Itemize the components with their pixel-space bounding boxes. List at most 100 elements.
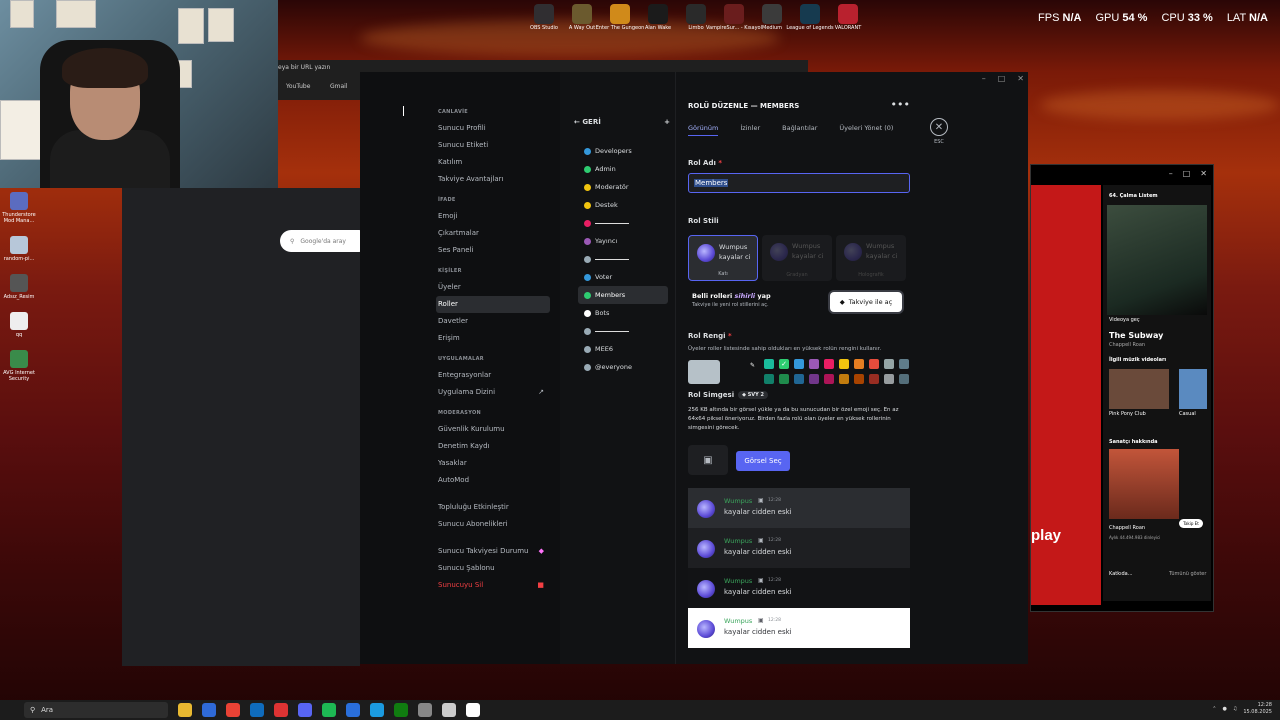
- related-thumb[interactable]: [1179, 369, 1207, 409]
- color-swatch[interactable]: [884, 359, 894, 369]
- related-thumb[interactable]: [1109, 369, 1169, 409]
- color-swatch[interactable]: [794, 374, 804, 384]
- volume-icon[interactable]: ♫: [1233, 706, 1237, 712]
- role-item[interactable]: Developers: [578, 142, 668, 160]
- tab-1[interactable]: İzinler: [740, 124, 760, 136]
- color-swatch[interactable]: [764, 359, 774, 369]
- switch-to-video[interactable]: Videoya geç: [1109, 317, 1140, 323]
- clock[interactable]: 12:28 15.08.2025: [1243, 702, 1272, 716]
- sidebar-item-roller[interactable]: Roller: [436, 296, 550, 313]
- back-button[interactable]: ← GERİ: [574, 118, 601, 126]
- color-swatch[interactable]: [809, 359, 819, 369]
- sidebar-item-ses-paneli[interactable]: Ses Paneli: [436, 242, 550, 259]
- taskbar-app-icon[interactable]: [202, 703, 216, 717]
- desktop-icon[interactable]: AVG Internet Security: [2, 350, 36, 382]
- color-swatch[interactable]: [839, 359, 849, 369]
- role-item[interactable]: [578, 250, 668, 268]
- sidebar-item--yeler[interactable]: Üyeler: [436, 279, 550, 296]
- role-item[interactable]: [578, 214, 668, 232]
- choose-image-button[interactable]: Görsel Seç: [736, 451, 790, 471]
- pencil-icon[interactable]: ✎: [750, 362, 755, 369]
- role-style-card[interactable]: Wumpus kayalar ci Katı: [688, 235, 758, 281]
- sidebar-item-sunucu-etiketi[interactable]: Sunucu Etiketi: [436, 137, 550, 154]
- follow-button[interactable]: Takip Et: [1179, 519, 1203, 528]
- chevron-up-icon[interactable]: ⌃: [1212, 706, 1216, 712]
- sidebar-item-uygulama-dizini[interactable]: Uygulama Dizini ↗: [436, 384, 550, 401]
- overlay-app[interactable]: VampireSur... - Kısayol: [706, 4, 762, 31]
- taskbar-app-icon[interactable]: [418, 703, 432, 717]
- overlay-app[interactable]: League of Legends: [786, 4, 834, 31]
- taskbar-app-icon[interactable]: [250, 703, 264, 717]
- taskbar-app-icon[interactable]: [466, 703, 480, 717]
- overlay-app[interactable]: OBS Studio: [528, 4, 560, 31]
- track-artist[interactable]: Chappell Roan: [1109, 342, 1145, 348]
- taskbar-app-icon[interactable]: [298, 703, 312, 717]
- color-swatch[interactable]: [764, 374, 774, 384]
- overlay-app[interactable]: A Way Out: [566, 4, 598, 31]
- role-name-input[interactable]: Members: [688, 173, 910, 193]
- close-settings[interactable]: ✕ ESC: [930, 118, 948, 145]
- color-swatch[interactable]: [869, 374, 879, 384]
- role-item[interactable]: Members: [578, 286, 668, 304]
- google-search-box[interactable]: ⚲ Google'da aray: [280, 230, 370, 252]
- overlay-app[interactable]: Enter The Gungeon: [596, 4, 644, 31]
- color-swatch[interactable]: [869, 359, 879, 369]
- role-item[interactable]: Voter: [578, 268, 668, 286]
- default-color-swatch[interactable]: [688, 360, 720, 384]
- taskbar-app-icon[interactable]: [370, 703, 384, 717]
- color-swatch[interactable]: [824, 359, 834, 369]
- role-item[interactable]: Bots: [578, 304, 668, 322]
- sidebar-item-g-venlik-kurulumu[interactable]: Güvenlik Kurulumu: [436, 421, 550, 438]
- sidebar-item-sunucu-profili[interactable]: Sunucu Profili: [436, 120, 550, 137]
- taskbar-app-icon[interactable]: [394, 703, 408, 717]
- color-swatch[interactable]: [854, 359, 864, 369]
- role-item[interactable]: Yayıncı: [578, 232, 668, 250]
- sidebar-item-davetler[interactable]: Davetler: [436, 313, 550, 330]
- plus-icon[interactable]: +: [664, 118, 670, 126]
- close-icon[interactable]: ✕: [1017, 74, 1024, 83]
- bookmark-gmail[interactable]: Gmail: [330, 83, 348, 90]
- maximize-icon[interactable]: □: [998, 74, 1006, 83]
- tab-3[interactable]: Üyeleri Yönet (0): [839, 124, 893, 136]
- sidebar-item-takviye-avantajlar-[interactable]: Takviye Avantajları: [436, 171, 550, 188]
- role-item[interactable]: Admin: [578, 160, 668, 178]
- wifi-icon[interactable]: ●: [1223, 706, 1227, 712]
- desktop-icon[interactable]: Adsız_Resim: [2, 274, 36, 300]
- taskbar-app-icon[interactable]: [226, 703, 240, 717]
- role-item[interactable]: Moderatör: [578, 178, 668, 196]
- taskbar-app-icon[interactable]: [274, 703, 288, 717]
- taskbar-app-icon[interactable]: [322, 703, 336, 717]
- sidebar-item-sunucu-ablonu[interactable]: Sunucu Şablonu: [436, 560, 550, 577]
- sidebar-item-eri-im[interactable]: Erişim: [436, 330, 550, 347]
- color-swatch[interactable]: [899, 374, 909, 384]
- color-swatch[interactable]: ✓: [779, 359, 789, 369]
- taskbar-app-icon[interactable]: [346, 703, 360, 717]
- role-item[interactable]: MEE6: [578, 340, 668, 358]
- desktop-icon[interactable]: qq: [2, 312, 36, 338]
- minimize-icon[interactable]: –: [982, 74, 986, 83]
- boost-unlock-button[interactable]: ◆ Takviye ile aç: [830, 292, 902, 312]
- close-icon[interactable]: ✕: [1200, 169, 1207, 178]
- close-icon[interactable]: ✕: [930, 118, 948, 136]
- image-upload-box[interactable]: ▣: [688, 445, 728, 475]
- tab-0[interactable]: Görünüm: [688, 124, 719, 136]
- overlay-app[interactable]: Alan Wake: [642, 4, 674, 31]
- taskbar-search[interactable]: ⚲ Ara: [24, 702, 168, 718]
- sidebar-item-sunucuyu-sil[interactable]: Sunucuyu Sil ■: [436, 577, 550, 594]
- show-all-link[interactable]: Tümünü göster: [1169, 571, 1206, 577]
- taskbar-app-icon[interactable]: [442, 703, 456, 717]
- overlay-app[interactable]: Medium: [756, 4, 788, 31]
- desktop-icon[interactable]: Thunderstore Mod Mana...: [2, 192, 36, 224]
- sidebar-item-sunucu-abonelikleri[interactable]: Sunucu Abonelikleri: [436, 516, 550, 533]
- color-swatch[interactable]: [854, 374, 864, 384]
- sidebar-item-kat-l-m[interactable]: Katılım: [436, 154, 550, 171]
- sidebar-item--kartmalar[interactable]: Çıkartmalar: [436, 225, 550, 242]
- minimize-icon[interactable]: –: [1169, 169, 1173, 178]
- more-icon[interactable]: •••: [891, 98, 910, 111]
- role-item[interactable]: [578, 322, 668, 340]
- sidebar-item-denetim-kayd-[interactable]: Denetim Kaydı: [436, 438, 550, 455]
- role-item[interactable]: Destek: [578, 196, 668, 214]
- desktop-icon[interactable]: random-pi...: [2, 236, 36, 262]
- bookmark-youtube[interactable]: YouTube: [286, 83, 310, 90]
- sidebar-item-entegrasyonlar[interactable]: Entegrasyonlar: [436, 367, 550, 384]
